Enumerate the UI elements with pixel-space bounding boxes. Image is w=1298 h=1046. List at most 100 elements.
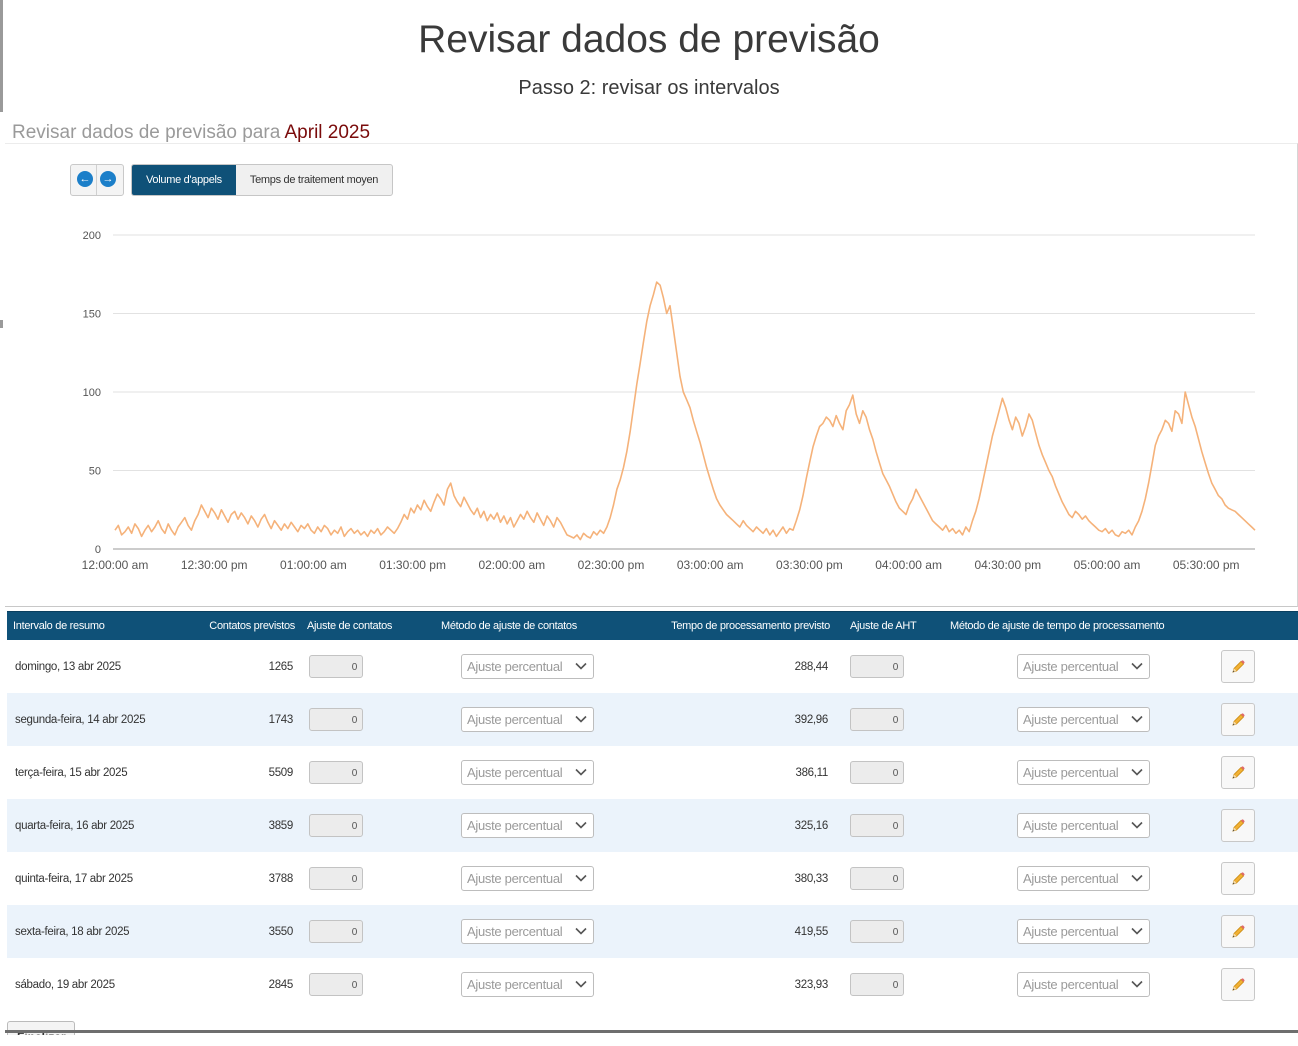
edit-row-button[interactable] (1221, 650, 1255, 683)
left-edge-marker (0, 320, 3, 328)
contact-adjustment-input[interactable]: 0 (309, 708, 363, 731)
chevron-down-icon (1131, 768, 1143, 776)
edit-row-button[interactable] (1221, 968, 1255, 1001)
aht-method-select[interactable]: Ajuste percentual (1017, 813, 1150, 838)
edit-row-button[interactable] (1221, 862, 1255, 895)
contact-adjustment-input[interactable]: 0 (309, 920, 363, 943)
aht-adjustment-input[interactable]: 0 (850, 761, 904, 784)
contact-adjustment-input[interactable]: 0 (309, 867, 363, 890)
contact-method-select[interactable]: Ajuste percentual (461, 919, 594, 944)
y-tick-label: 0 (95, 544, 101, 556)
aht-method-value: Ajuste percentual (1023, 659, 1119, 674)
interval-cell: domingo, 13 abr 2025 (15, 660, 121, 673)
interval-cell: quarta-feira, 16 abr 2025 (15, 819, 135, 832)
aht-method-select[interactable]: Ajuste percentual (1017, 866, 1150, 891)
forecast-handle-time-cell: 380,33 (794, 872, 829, 885)
contact-method-select[interactable]: Ajuste percentual (461, 760, 594, 785)
x-tick-label: 02:00:00 am (478, 558, 545, 572)
chevron-down-icon (575, 927, 587, 935)
contact-method-select[interactable]: Ajuste percentual (461, 866, 594, 891)
y-tick-label: 50 (89, 466, 101, 478)
aht-adjustment-input[interactable]: 0 (850, 708, 904, 731)
aht-method-value: Ajuste percentual (1023, 871, 1119, 886)
aht-method-select[interactable]: Ajuste percentual (1017, 972, 1150, 997)
aht-adjustment-input[interactable]: 0 (850, 920, 904, 943)
interval-cell: quinta-feira, 17 abr 2025 (15, 872, 133, 885)
pencil-icon (1232, 978, 1245, 991)
contact-adjustment-input[interactable]: 0 (309, 973, 363, 996)
contact-adjustment-input[interactable]: 0 (309, 655, 363, 678)
review-heading-prefix: Revisar dados de previsão para (12, 122, 281, 143)
review-heading-month: April 2025 (284, 122, 371, 143)
table-row: segunda-feira, 14 abr 2025 1743 0 Ajuste pe… (7, 693, 1298, 746)
forecast-handle-time-cell: 323,93 (794, 978, 829, 991)
y-tick-label: 150 (83, 309, 101, 321)
pencil-icon (1232, 925, 1245, 938)
x-tick-label: 01:00:00 am (280, 558, 347, 572)
header-contact-adjust-method[interactable]: Método de ajuste de contatos (421, 611, 611, 640)
contact-method-select[interactable]: Ajuste percentual (461, 813, 594, 838)
aht-adjustment-input[interactable]: 0 (850, 867, 904, 890)
interval-cell: sábado, 19 abr 2025 (15, 978, 115, 991)
chevron-down-icon (575, 662, 587, 670)
pencil-icon (1232, 713, 1245, 726)
step-subtitle: Passo 2: revisar os intervalos (518, 77, 780, 99)
chevron-down-icon (1131, 980, 1143, 988)
header-aht-adjustment[interactable]: Ajuste de AHT (836, 611, 936, 640)
contact-method-value: Ajuste percentual (467, 871, 563, 886)
aht-method-value: Ajuste percentual (1023, 977, 1119, 992)
series-line (114, 281, 1256, 541)
x-tick-label: 03:30:00 pm (776, 558, 843, 572)
aht-adjustment-input[interactable]: 0 (850, 973, 904, 996)
header-aht-adjust-method[interactable]: Método de ajuste de tempo de processamen… (936, 611, 1206, 640)
x-tick-label: 12:00:00 am (82, 558, 149, 572)
header-contact-adjustment[interactable]: Ajuste de contatos (301, 611, 421, 640)
forecast-line-chart: 0 50 100 150 200 12:00:00 am 12:30:00 pm 01:00:… (82, 230, 1256, 572)
forecast-handle-time-cell: 288,44 (794, 660, 829, 673)
chevron-down-icon (1131, 927, 1143, 935)
table-row: terça-feira, 15 abr 2025 5509 0 Ajuste perc… (7, 746, 1298, 799)
x-tick-label: 05:30:00 pm (1173, 558, 1240, 572)
edit-row-button[interactable] (1221, 703, 1255, 736)
aht-adjustment-input[interactable]: 0 (850, 814, 904, 837)
x-tick-label: 05:00:00 am (1074, 558, 1141, 572)
interval-cell: segunda-feira, 14 abr 2025 (15, 713, 146, 726)
chevron-down-icon (1131, 821, 1143, 829)
edit-row-button[interactable] (1221, 756, 1255, 789)
contact-method-select[interactable]: Ajuste percentual (461, 654, 594, 679)
header-interval[interactable]: Intervalo de resumo (7, 611, 193, 640)
x-tick-label: 04:00:00 am (875, 558, 942, 572)
forecast-handle-time-cell: 386,11 (795, 766, 828, 779)
contact-method-value: Ajuste percentual (467, 977, 563, 992)
bottom-scroll-edge (5, 1030, 1298, 1033)
page-title: Revisar dados de previsão (418, 18, 880, 61)
aht-method-value: Ajuste percentual (1023, 712, 1119, 727)
forecast-contacts-cell: 3859 (268, 819, 294, 832)
edit-row-button[interactable] (1221, 915, 1255, 948)
contact-method-value: Ajuste percentual (467, 712, 563, 727)
table-row: sexta-feira, 18 abr 2025 3550 0 Ajuste perc… (7, 905, 1298, 958)
aht-method-value: Ajuste percentual (1023, 765, 1119, 780)
contact-method-select[interactable]: Ajuste percentual (461, 707, 594, 732)
aht-method-select[interactable]: Ajuste percentual (1017, 760, 1150, 785)
header-forecast-contacts[interactable]: Contatos previstos (193, 611, 301, 640)
aht-method-value: Ajuste percentual (1023, 818, 1119, 833)
edit-row-button[interactable] (1221, 809, 1255, 842)
aht-method-select[interactable]: Ajuste percentual (1017, 919, 1150, 944)
aht-method-select[interactable]: Ajuste percentual (1017, 654, 1150, 679)
contact-adjustment-input[interactable]: 0 (309, 761, 363, 784)
forecast-contacts-cell: 1265 (268, 660, 294, 673)
aht-adjustment-input[interactable]: 0 (850, 655, 904, 678)
contact-method-select[interactable]: Ajuste percentual (461, 972, 594, 997)
aht-method-value: Ajuste percentual (1023, 924, 1119, 939)
forecast-contacts-cell: 3550 (268, 925, 294, 938)
review-heading: Revisar dados de previsão para April 202… (12, 122, 370, 144)
aht-method-select[interactable]: Ajuste percentual (1017, 707, 1150, 732)
header-forecast-handle-time[interactable]: Tempo de processamento previsto (611, 611, 836, 640)
contact-adjustment-input[interactable]: 0 (309, 814, 363, 837)
chart-panel: ← → Volume d'appels Temps de traitement … (5, 143, 1298, 607)
chevron-down-icon (575, 980, 587, 988)
forecast-contacts-cell: 1743 (268, 713, 294, 726)
contact-method-value: Ajuste percentual (467, 659, 563, 674)
interval-cell: terça-feira, 15 abr 2025 (15, 766, 128, 779)
